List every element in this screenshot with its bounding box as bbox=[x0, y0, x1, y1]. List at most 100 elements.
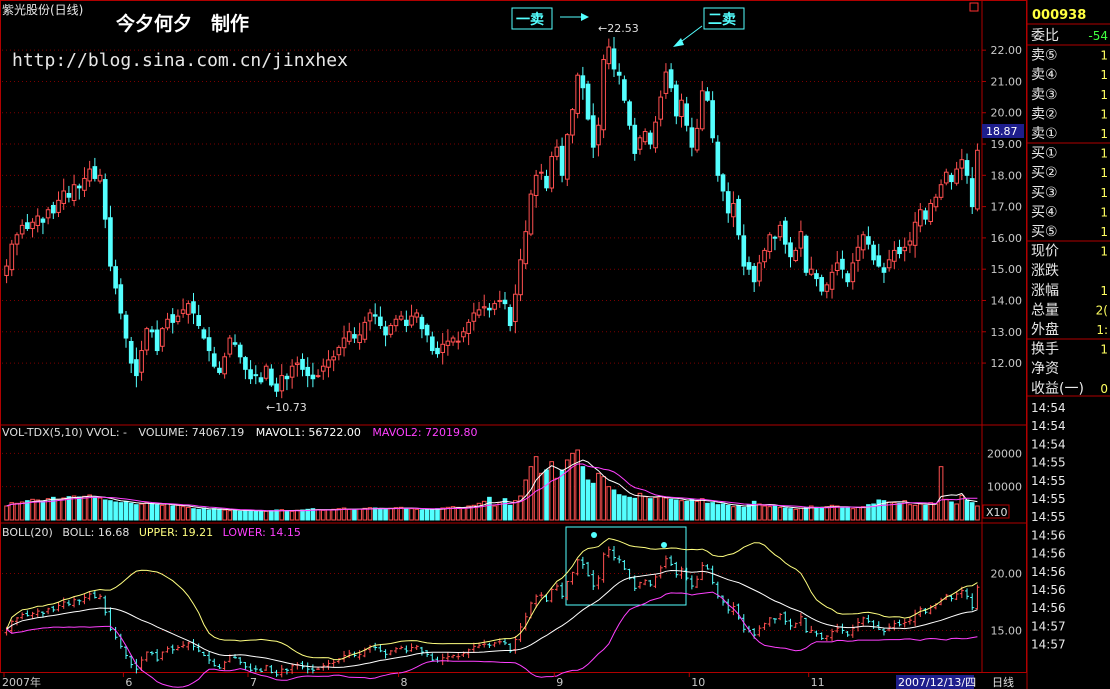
candle-body bbox=[528, 193, 534, 235]
volume-bar bbox=[108, 500, 113, 521]
volume-bar bbox=[295, 509, 300, 521]
quote-value: 1 bbox=[1100, 245, 1108, 259]
candle-body bbox=[632, 124, 638, 154]
candle-body bbox=[320, 365, 326, 372]
volume-bar bbox=[326, 509, 331, 521]
candle-body bbox=[336, 346, 342, 356]
volume-bar bbox=[777, 506, 783, 521]
volume-bar bbox=[269, 510, 274, 521]
trade-time: 14:57 bbox=[1031, 619, 1066, 633]
candle-body bbox=[575, 74, 580, 114]
volume-bar bbox=[943, 498, 949, 521]
candle-body bbox=[206, 337, 212, 352]
candle-body bbox=[341, 337, 347, 349]
candle-body bbox=[892, 249, 897, 262]
volume-bar bbox=[284, 510, 290, 521]
quote-value: 2( bbox=[1096, 303, 1108, 317]
candle-body bbox=[227, 337, 233, 355]
blog-url: http://blog.sina.com.cn/jinxhex bbox=[12, 50, 348, 71]
x-tick-label: 2007年 bbox=[2, 675, 41, 689]
volume-bar bbox=[331, 508, 336, 521]
trade-time: 14:54 bbox=[1031, 437, 1066, 451]
volume-bar bbox=[346, 508, 352, 521]
candle-body bbox=[855, 246, 861, 261]
candle bbox=[263, 363, 269, 381]
volume-bar bbox=[533, 456, 539, 521]
volume-bar bbox=[632, 497, 638, 521]
y-tick-label: 15.00 bbox=[991, 263, 1023, 276]
volume-bar bbox=[783, 507, 788, 521]
volume-bar bbox=[102, 499, 108, 521]
volume-bar bbox=[850, 508, 856, 521]
volume-header: VOL-TDX(5,10) VVOL: - VOLUME: 74067.19 M… bbox=[2, 426, 478, 439]
volume-bar bbox=[715, 504, 721, 521]
candle-body bbox=[253, 374, 259, 377]
boll-value: BOLL: 16.68 bbox=[62, 526, 129, 539]
y-tick-label: 21.00 bbox=[991, 75, 1023, 88]
volume-bar bbox=[710, 502, 715, 521]
candle-body bbox=[627, 101, 632, 126]
candle-body bbox=[622, 79, 627, 101]
volume-bar bbox=[253, 510, 259, 521]
candle-body bbox=[964, 160, 970, 176]
candle-body bbox=[689, 127, 695, 148]
candle-body bbox=[585, 83, 591, 120]
trade-time: 14:55 bbox=[1031, 510, 1066, 524]
volume-bar bbox=[596, 472, 601, 521]
candle-body bbox=[866, 236, 871, 245]
volume-bar bbox=[814, 506, 819, 521]
candle-body bbox=[113, 266, 118, 289]
y-tick-label: 12.00 bbox=[991, 357, 1023, 370]
y-tick-label: 22.00 bbox=[991, 44, 1023, 57]
candle bbox=[575, 72, 580, 119]
volume-value: VOLUME: 74067.19 bbox=[139, 426, 245, 439]
quote-label: 卖④ bbox=[1031, 67, 1058, 83]
candle-body bbox=[295, 362, 300, 366]
mavol2-value: MAVOL2: 72019.80 bbox=[372, 426, 477, 439]
candle-body bbox=[767, 234, 773, 253]
volume-bar bbox=[497, 502, 503, 521]
candle-body bbox=[783, 220, 788, 245]
quote-row: 涨跌 bbox=[1031, 263, 1059, 279]
x-tick-label: 6 bbox=[125, 676, 132, 689]
volume-bar bbox=[668, 498, 674, 521]
candle-body bbox=[969, 178, 975, 208]
volume-bar bbox=[616, 494, 622, 521]
candle-body bbox=[237, 344, 243, 358]
boll-tick-label: 20.00 bbox=[991, 568, 1023, 581]
candle-body bbox=[580, 75, 586, 89]
volume-bar bbox=[71, 495, 77, 521]
candle-body bbox=[409, 315, 414, 326]
volume-bar bbox=[19, 501, 25, 521]
candle-body bbox=[97, 174, 103, 182]
candle-body bbox=[248, 369, 253, 380]
volume-bar bbox=[673, 499, 679, 521]
candle-body bbox=[845, 273, 850, 283]
candle-body bbox=[788, 242, 793, 258]
candle-body bbox=[362, 321, 368, 340]
volume-bar bbox=[315, 509, 321, 521]
candle-body bbox=[471, 312, 477, 322]
candle-body bbox=[128, 340, 134, 364]
candle-body bbox=[315, 375, 321, 378]
volume-bar bbox=[248, 509, 253, 521]
volume-bar bbox=[123, 500, 129, 521]
candle-body bbox=[601, 59, 606, 131]
candle-body bbox=[211, 353, 217, 367]
y-tick-label: 17.00 bbox=[991, 201, 1023, 214]
volume-bar bbox=[897, 502, 902, 521]
candle-body bbox=[45, 209, 51, 219]
candle-body bbox=[673, 84, 679, 117]
quote-value: 1 bbox=[1100, 147, 1108, 161]
candle-body bbox=[404, 319, 409, 327]
volume-bar bbox=[113, 501, 118, 521]
candle-body bbox=[118, 284, 124, 314]
candle-body bbox=[762, 249, 767, 263]
volume-bar bbox=[185, 506, 191, 521]
candle bbox=[227, 334, 233, 358]
volume-bar bbox=[642, 496, 648, 521]
volume-bar bbox=[705, 502, 710, 521]
stock-chart[interactable]: 紫光股份(日线) 今夕何夕 制作 http://blog.sina.com.cn… bbox=[0, 0, 1110, 689]
volume-bar bbox=[860, 506, 866, 521]
candle-body bbox=[429, 336, 435, 352]
